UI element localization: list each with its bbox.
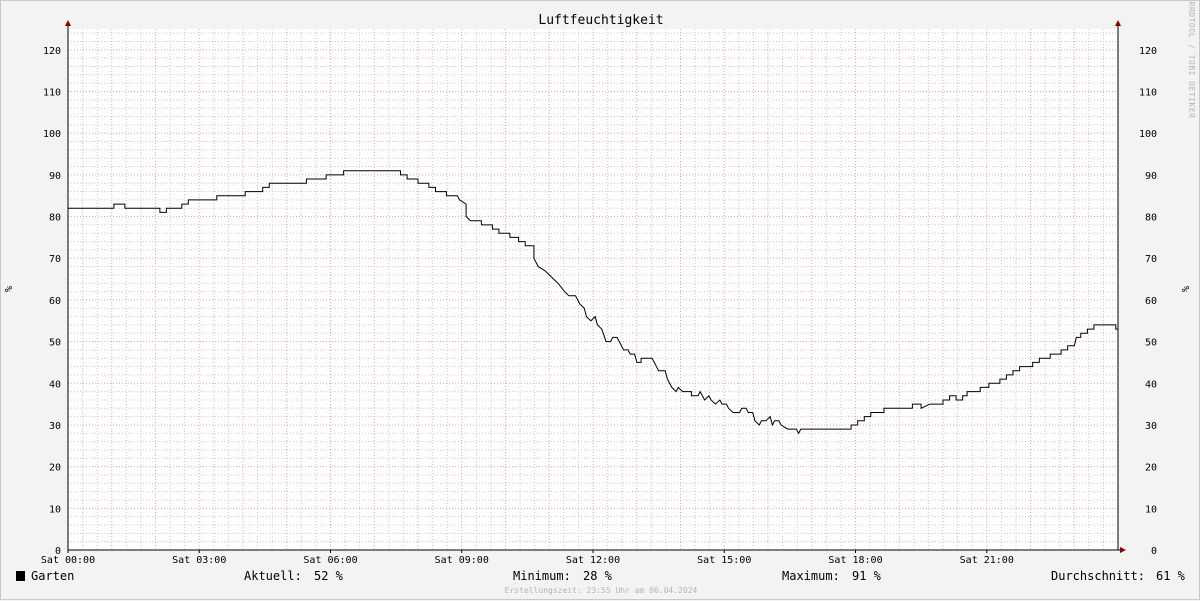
y-tick-label-right: 20	[1145, 463, 1157, 474]
y-tick-label-left: 100	[43, 129, 61, 140]
y-tick-label-right: 30	[1145, 421, 1157, 432]
legend-avg-value: 61 %	[1156, 569, 1186, 583]
y-ticks-left: 0102030405060708090100110120	[43, 46, 61, 557]
y-ticks-right: 0 10 20 30 40 50 60 70 80 90 100 110 120	[1139, 46, 1157, 557]
legend-current-value: 52 %	[314, 569, 344, 583]
y-tick-label-left: 60	[49, 296, 61, 307]
legend-swatch	[16, 571, 25, 581]
x-tick-label: Sat 21:00	[960, 555, 1014, 566]
x-tick-label: Sat 09:00	[435, 555, 489, 566]
y-axis-label-left: %	[4, 286, 15, 292]
legend-min-label: Minimum:	[513, 569, 571, 583]
y-tick-label-right: 80	[1145, 213, 1157, 224]
y-tick-label-right: 100	[1139, 129, 1157, 140]
y-tick-label-right: 40	[1145, 379, 1157, 390]
y-tick-label-left: 40	[49, 379, 61, 390]
y-tick-label-right: 60	[1145, 296, 1157, 307]
legend-avg-label: Durchschnitt:	[1051, 569, 1145, 583]
y-tick-label-right: 110	[1139, 88, 1157, 99]
y-tick-label-left: 70	[49, 254, 61, 265]
legend-max-label: Maximum:	[782, 569, 840, 583]
y-tick-label-left: 10	[49, 504, 61, 515]
legend-current-label: Aktuell:	[244, 569, 302, 583]
legend-min-value: 28 %	[583, 569, 613, 583]
y-tick-label-left: 110	[43, 88, 61, 99]
y-tick-label-right: 10	[1145, 504, 1157, 515]
y-tick-label-left: 20	[49, 463, 61, 474]
y-tick-label-right: 120	[1139, 46, 1157, 57]
y-tick-label-right: 50	[1145, 338, 1157, 349]
y-tick-label-left: 120	[43, 46, 61, 57]
y-tick-label-right: 70	[1145, 254, 1157, 265]
y-tick-label-left: 90	[49, 171, 61, 182]
y-axis-label-right: %	[1179, 286, 1190, 292]
x-tick-label: Sat 00:00	[41, 555, 95, 566]
watermark: RRDTOOL / TOBI OETIKER	[1187, 2, 1196, 119]
y-tick-label-left: 50	[49, 338, 61, 349]
legend-series-name: Garten	[31, 569, 74, 583]
legend-max-value: 91 %	[852, 569, 882, 583]
x-tick-label: Sat 06:00	[303, 555, 357, 566]
y-tick-label-right: 90	[1145, 171, 1157, 182]
x-ticks: Sat 00:00 Sat 03:00 Sat 06:00 Sat 09:00 Sat …	[41, 550, 1014, 566]
chart-svg: 0 10 20 30 40 50 60 70 80 90 100 110 120 0 10 20 30 40 50…	[4, 2, 1196, 595]
footer-timestamp: Erstellungszeit: 23:55 Uhr am 06.04.2024	[505, 586, 698, 595]
chart-frame: 0 10 20 30 40 50 60 70 80 90 100 110 120 0 10 20 30 40 50…	[0, 0, 1200, 600]
x-tick-label: Sat 03:00	[172, 555, 226, 566]
y-tick-label-right: 0	[1151, 546, 1157, 557]
y-axis-arrow-right	[1115, 20, 1121, 26]
x-tick-label: Sat 12:00	[566, 555, 620, 566]
chart-title: Luftfeuchtigkeit	[538, 13, 663, 28]
x-tick-label: Sat 18:00	[828, 555, 882, 566]
x-axis-arrow	[1120, 547, 1126, 553]
y-tick-label-left: 30	[49, 421, 61, 432]
x-tick-label: Sat 15:00	[697, 555, 751, 566]
y-tick-label-left: 80	[49, 213, 61, 224]
y-axis-arrow-left	[65, 20, 71, 26]
